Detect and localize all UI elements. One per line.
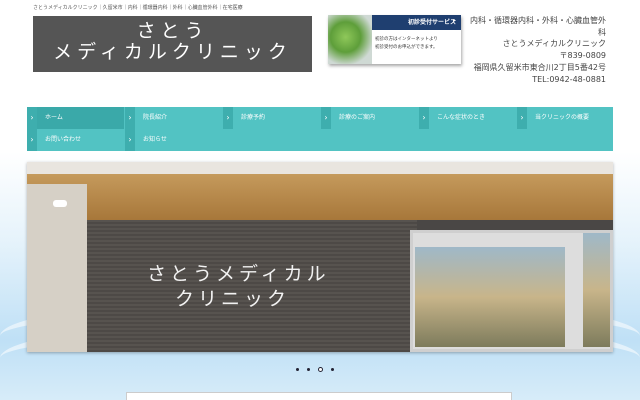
nav-label: 院長紹介 [143, 114, 168, 121]
first-visit-banner[interactable]: 初診受付サービス ▸ 初診の方はインターネットより 初診受付のお申込ができます。 [328, 15, 461, 64]
nav-contact[interactable]: › お問い合わせ [27, 129, 124, 151]
clinic-name: さとうメディカルクリニック [502, 39, 606, 49]
building-wall [27, 184, 87, 352]
chevron-right-icon: › [27, 107, 37, 129]
slider-dot[interactable] [296, 368, 299, 371]
logo-line-2: メディカルクリニック [53, 41, 292, 63]
arrow-icon: ▸ [452, 17, 456, 24]
nav-label: 当クリニックの概要 [535, 114, 590, 121]
nav-symptoms[interactable]: › こんな症状のとき [419, 107, 516, 129]
building-roof [27, 162, 613, 220]
postal-code: 〒839-0809 [559, 51, 606, 61]
nav-label: 診療のご案内 [339, 114, 376, 121]
nav-label: お問い合わせ [45, 136, 82, 143]
chevron-right-icon: › [27, 129, 37, 151]
content-box [126, 392, 512, 400]
phone: TEL:0942-48-0881 [532, 74, 606, 84]
plant-image [328, 15, 372, 64]
nav-news[interactable]: › お知らせ [125, 129, 222, 151]
clinic-info: 内科・循環器内科・外科・心臓血管外科 さとうメディカルクリニック 〒839-08… [466, 15, 606, 85]
nav-reservation[interactable]: › 診療予約 [223, 107, 320, 129]
nav-guide[interactable]: › 診療のご案内 [321, 107, 418, 129]
slider-dot-active[interactable] [318, 367, 323, 372]
nav-home[interactable]: › ホーム [27, 107, 124, 129]
chevron-right-icon: › [517, 107, 527, 129]
banner-title: 初診受付サービス ▸ [372, 15, 461, 30]
slider-dot[interactable] [331, 368, 334, 371]
nav-overview[interactable]: › 当クリニックの概要 [517, 107, 613, 129]
nav-label: 診療予約 [241, 114, 266, 121]
building-sign: さとうメディカル クリニック [147, 262, 330, 312]
sign-line-1: さとうメディカル [147, 263, 330, 285]
departments: 内科・循環器内科・外科・心臓血管外科 [470, 16, 606, 37]
banner-text: 初診の方はインターネットより [375, 37, 438, 42]
chevron-right-icon: › [125, 107, 135, 129]
banner-title-text: 初診受付サービス [407, 19, 456, 26]
building-window [410, 230, 613, 352]
security-camera [53, 200, 67, 207]
banner-text: 初診受付のお申込ができます。 [375, 45, 438, 50]
chevron-right-icon: › [223, 107, 233, 129]
chevron-right-icon: › [125, 129, 135, 151]
nav-director[interactable]: › 院長紹介 [125, 107, 222, 129]
header-tagline: さとうメディカルクリニック｜久留米市｜内科｜循環器内科｜外科｜心臓血管外科｜在宅… [33, 5, 243, 11]
hero-slider[interactable]: さとうメディカル クリニック [27, 162, 613, 352]
chevron-right-icon: › [419, 107, 429, 129]
nav-label: こんな症状のとき [437, 114, 486, 121]
nav-label: お知らせ [143, 136, 167, 143]
main-nav: › ホーム › 院長紹介 › 診療予約 › 診療のご案内 › こんな症状のとき › 当クリニ… [27, 107, 613, 151]
slider-dot[interactable] [307, 368, 310, 371]
nav-label: ホーム [45, 114, 63, 121]
chevron-right-icon: › [321, 107, 331, 129]
site-logo[interactable]: さとう メディカルクリニック [33, 16, 312, 72]
address: 福岡県久留米市東合川2丁目5番42号 [473, 62, 606, 72]
logo-line-1: さとう [136, 20, 209, 42]
sign-line-2: クリニック [175, 288, 291, 310]
slider-dots [296, 367, 334, 372]
